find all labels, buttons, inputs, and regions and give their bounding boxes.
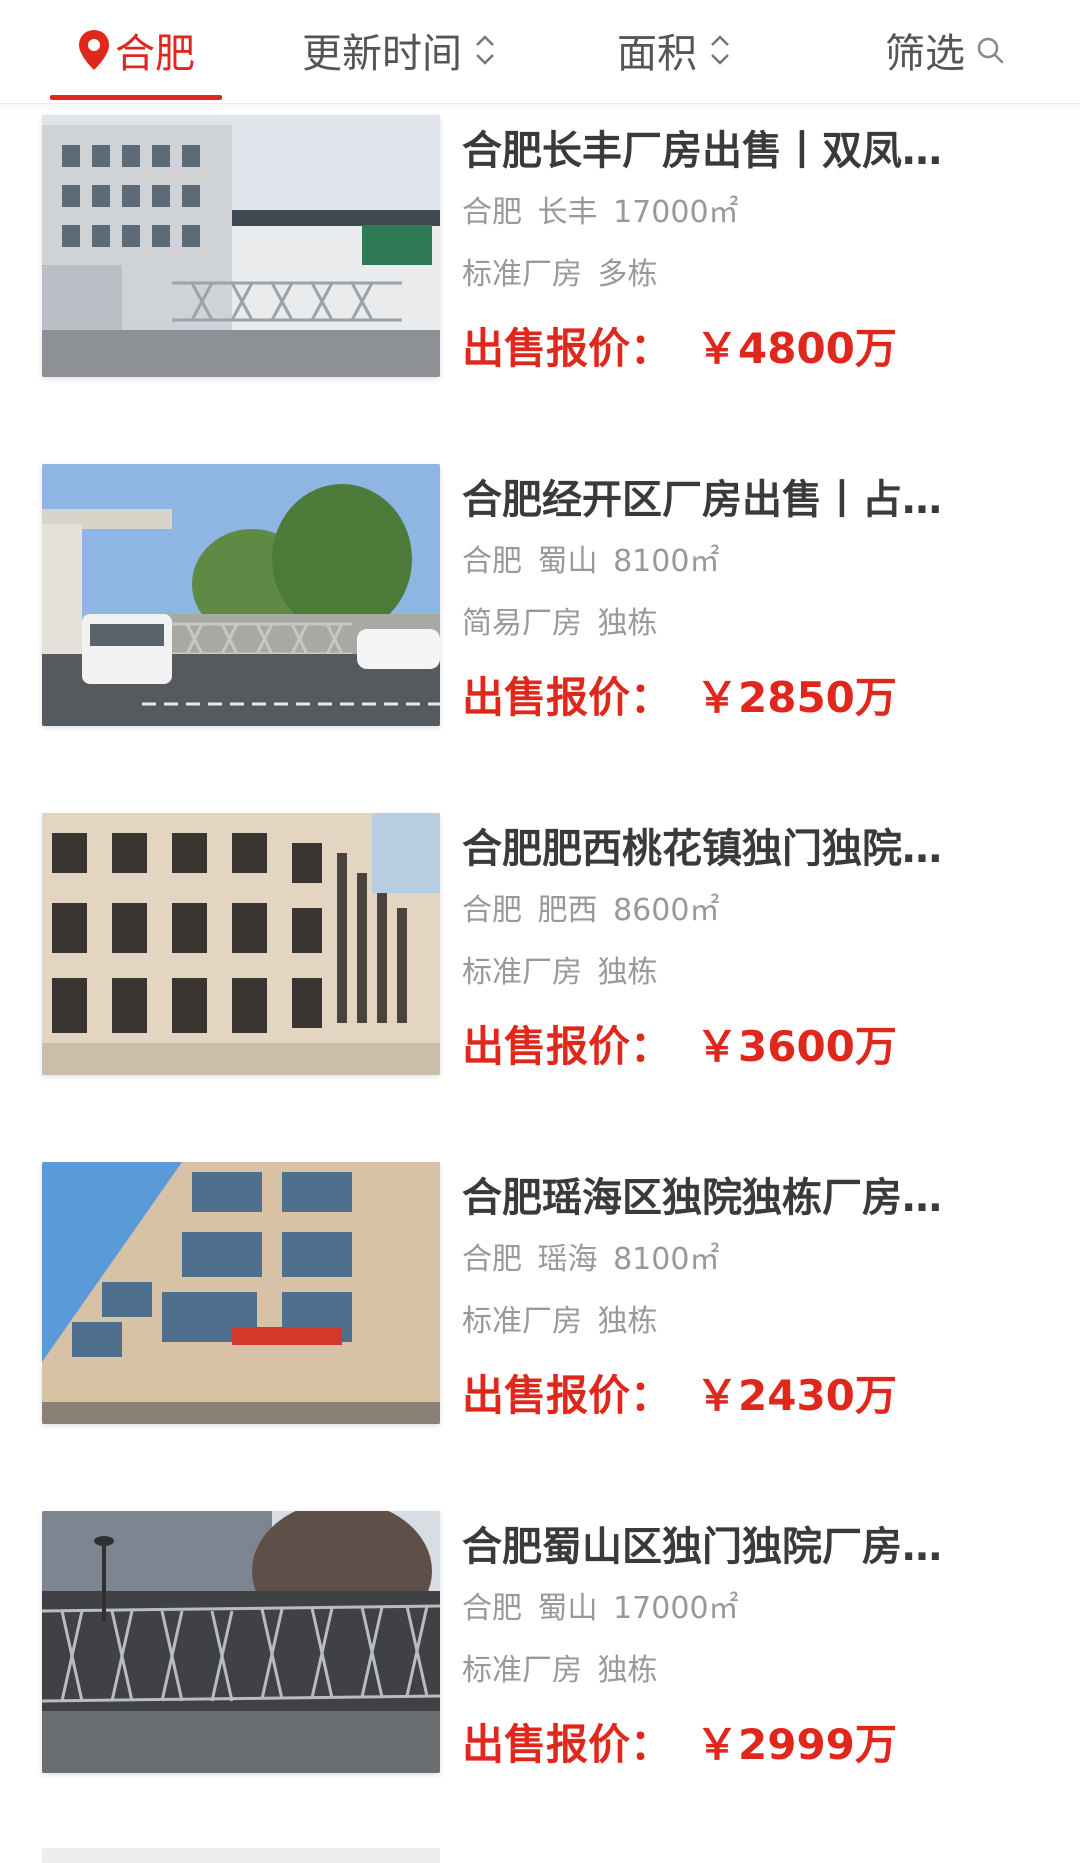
listing-type: 标准厂房: [462, 1304, 582, 1339]
filter-bar: 合肥 更新时间 面积 筛选: [0, 0, 1080, 104]
listing-tags: 标准厂房 独栋: [462, 1300, 1022, 1344]
listing-tags: 标准厂房 独栋: [462, 1649, 1022, 1693]
listing-location-area: 合肥 蜀山 8100㎡: [462, 540, 1022, 584]
listing-info: 合肥蜀山区独门独院厂房… 合肥 蜀山 17000㎡ 标准厂房 独栋 出售报价： ￥…: [462, 1519, 1022, 1775]
listing-card[interactable]: 合肥肥西桃花镇独门独院… 合肥 肥西 8600㎡ 标准厂房 独栋 出售报价： ￥3…: [0, 813, 1080, 1103]
listing-tags: 简易厂房 独栋: [462, 602, 1022, 646]
listing-price: 出售报价： ￥4800万: [462, 319, 1022, 379]
price-value: ￥2999万: [696, 1720, 897, 1769]
listing-info: 合肥经开区厂房出售丨占… 合肥 蜀山 8100㎡ 简易厂房 独栋 出售报价： ￥2…: [462, 472, 1022, 728]
listing-area: 17000㎡: [613, 1591, 739, 1626]
listing-type: 标准厂房: [462, 257, 582, 292]
listing-city: 合肥: [462, 1242, 522, 1277]
listing-area: 17000㎡: [613, 195, 739, 230]
sort-by-update-time[interactable]: 更新时间: [290, 0, 510, 100]
city-filter[interactable]: 合肥: [50, 0, 222, 100]
listing-district: 肥西: [537, 893, 598, 928]
listing-info: 合肥肥西桃花镇独门独院… 合肥 肥西 8600㎡ 标准厂房 独栋 出售报价： ￥3…: [462, 821, 1022, 1077]
listing-area: 8100㎡: [613, 1242, 720, 1277]
listing-city: 合肥: [462, 893, 522, 928]
screen-filter[interactable]: 筛选: [870, 0, 1020, 100]
sort-updown-icon: [711, 35, 729, 65]
price-label: 出售报价：: [462, 1720, 673, 1769]
listing-city: 合肥: [462, 544, 522, 579]
price-label: 出售报价：: [462, 673, 673, 722]
listing-title[interactable]: 合肥瑶海区独院独栋厂房…: [462, 1170, 1012, 1226]
listing-title[interactable]: 合肥长丰厂房出售丨双凤…: [462, 123, 1012, 179]
listing-building: 独栋: [597, 1304, 658, 1339]
listing-info: 合肥瑶海区独院独栋厂房… 合肥 瑶海 8100㎡ 标准厂房 独栋 出售报价： ￥2…: [462, 1170, 1022, 1426]
listing-district: 长丰: [537, 195, 598, 230]
listing-price: 出售报价： ￥3600万: [462, 1017, 1022, 1077]
listing-photo[interactable]: [42, 1511, 440, 1773]
location-pin-icon: [79, 30, 109, 70]
listing-photo[interactable]: [42, 464, 440, 726]
listing-card[interactable]: 合肥经开区厂房出售丨占… 合肥 蜀山 8100㎡ 简易厂房 独栋 出售报价： ￥2…: [0, 464, 1080, 754]
listing-card[interactable]: 合肥瑶海区独院独栋厂房… 合肥 瑶海 8100㎡ 标准厂房 独栋 出售报价： ￥2…: [0, 1162, 1080, 1452]
listing-building: 多栋: [597, 257, 658, 292]
listing-location-area: 合肥 肥西 8600㎡: [462, 889, 1022, 933]
price-label: 出售报价：: [462, 1022, 673, 1071]
listing-district: 瑶海: [537, 1242, 598, 1277]
city-filter-label: 合肥: [115, 31, 195, 77]
listing-district: 蜀山: [537, 1591, 598, 1626]
listing-district: 蜀山: [537, 544, 598, 579]
sort-area-label: 面积: [617, 31, 697, 77]
listing-area: 8100㎡: [613, 544, 720, 579]
listing-photo[interactable]: [42, 813, 440, 1075]
listing-city: 合肥: [462, 1591, 522, 1626]
listing-type: 标准厂房: [462, 955, 582, 990]
listing-info: 合肥长丰厂房出售丨双凤… 合肥 长丰 17000㎡ 标准厂房 多栋 出售报价： ￥…: [462, 123, 1022, 379]
listing-price: 出售报价： ￥2999万: [462, 1715, 1022, 1775]
listing-title[interactable]: 合肥肥西桃花镇独门独院…: [462, 821, 1012, 877]
listing-card-partial[interactable]: [42, 1848, 440, 1863]
listing-title[interactable]: 合肥经开区厂房出售丨占…: [462, 472, 1012, 528]
listing-card[interactable]: 合肥长丰厂房出售丨双凤… 合肥 长丰 17000㎡ 标准厂房 多栋 出售报价： ￥…: [0, 115, 1080, 405]
listing-photo[interactable]: [42, 115, 440, 377]
listing-title[interactable]: 合肥蜀山区独门独院厂房…: [462, 1519, 1012, 1575]
listing-type: 标准厂房: [462, 1653, 582, 1688]
screen-filter-label: 筛选: [885, 31, 965, 77]
listing-tags: 标准厂房 多栋: [462, 253, 1022, 297]
listing-card[interactable]: 合肥蜀山区独门独院厂房… 合肥 蜀山 17000㎡ 标准厂房 独栋 出售报价： ￥…: [0, 1511, 1080, 1801]
listing-price: 出售报价： ￥2850万: [462, 668, 1022, 728]
active-tab-underline: [50, 95, 222, 100]
price-value: ￥3600万: [696, 1022, 897, 1071]
price-value: ￥4800万: [696, 324, 897, 373]
sort-by-area[interactable]: 面积: [600, 0, 750, 100]
listing-building: 独栋: [597, 1653, 658, 1688]
sort-updown-icon: [476, 35, 494, 65]
listing-location-area: 合肥 长丰 17000㎡: [462, 191, 1022, 235]
price-label: 出售报价：: [462, 324, 673, 373]
listing-photo[interactable]: [42, 1162, 440, 1424]
listing-type: 简易厂房: [462, 606, 582, 641]
sort-time-label: 更新时间: [302, 31, 462, 77]
listing-location-area: 合肥 蜀山 17000㎡: [462, 1587, 1022, 1631]
price-value: ￥2430万: [696, 1371, 897, 1420]
listing-location-area: 合肥 瑶海 8100㎡: [462, 1238, 1022, 1282]
search-icon: [977, 37, 1004, 64]
listing-tags: 标准厂房 独栋: [462, 951, 1022, 995]
listing-price: 出售报价： ￥2430万: [462, 1366, 1022, 1426]
listing-city: 合肥: [462, 195, 522, 230]
price-value: ￥2850万: [696, 673, 897, 722]
listing-area: 8600㎡: [613, 893, 720, 928]
listing-building: 独栋: [597, 955, 658, 990]
listing-building: 独栋: [597, 606, 658, 641]
price-label: 出售报价：: [462, 1371, 673, 1420]
